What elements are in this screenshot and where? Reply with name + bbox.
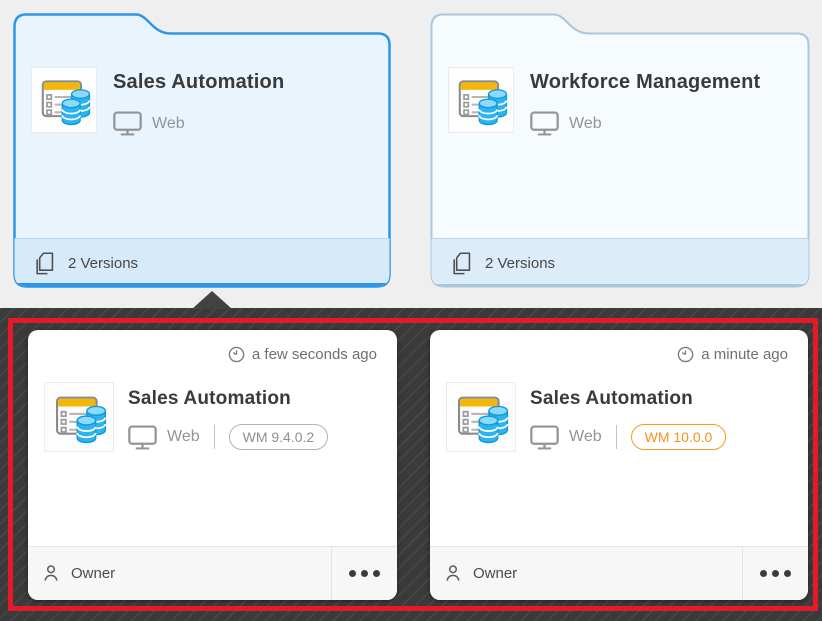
folder-card-workforce-management[interactable]: Workforce Management Web 2 Versions [430,13,810,288]
dot [361,570,368,577]
monitor-icon [113,111,142,136]
versions-icon [35,252,54,275]
person-icon [42,564,60,583]
versions-footer: 2 Versions [35,238,138,288]
version-card-wm-1000[interactable]: a minute ago [430,330,808,600]
timestamp: a few seconds ago [228,346,377,363]
application-icon [50,388,108,446]
timestamp-label: a few seconds ago [252,346,377,363]
application-icon [452,388,510,446]
app-icon [31,67,97,133]
folder-card-sales-automation[interactable]: Sales Automation Web 2 Versions [13,13,391,288]
clock-icon [677,346,694,363]
app-icon [448,67,514,133]
folder-title: Sales Automation [113,71,284,94]
monitor-icon [530,425,559,450]
monitor-icon [128,425,157,450]
owner-cell: Owner [28,547,331,600]
timestamp-label: a minute ago [701,346,788,363]
application-icon [36,72,92,128]
monitor-icon [530,111,559,136]
owner-cell: Owner [430,547,742,600]
more-options-button[interactable] [331,547,397,600]
app-folders-screen: Sales Automation Web 2 Versions [0,0,822,621]
app-icon [446,382,516,452]
platform-label: Web [569,115,602,133]
versions-footer: 2 Versions [452,238,555,288]
versions-count-label: 2 Versions [68,255,138,272]
timestamp: a minute ago [677,346,788,363]
application-icon [453,72,509,128]
dot [349,570,356,577]
separator [214,425,215,449]
version-card-title: Sales Automation [128,388,291,410]
person-icon [444,564,462,583]
platform-label: Web [152,115,185,133]
version-card-footer: Owner [28,546,397,600]
dot [772,570,779,577]
platform-label: Web [569,428,602,446]
dot [373,570,380,577]
version-card-wm-9402[interactable]: a few seconds ago [28,330,397,600]
owner-label: Owner [71,565,115,582]
owner-label: Owner [473,565,517,582]
platform-label: Web [167,428,200,446]
panel-pointer-arrow [192,291,232,309]
version-badge: WM 10.0.0 [631,424,727,450]
versions-count-label: 2 Versions [485,255,555,272]
app-icon [44,382,114,452]
version-badge: WM 9.4.0.2 [229,424,329,450]
clock-icon [228,346,245,363]
separator [616,425,617,449]
more-options-button[interactable] [742,547,808,600]
version-card-title: Sales Automation [530,388,693,410]
folder-title: Workforce Management [530,71,760,94]
dot [784,570,791,577]
version-card-footer: Owner [430,546,808,600]
versions-icon [452,252,471,275]
dot [760,570,767,577]
